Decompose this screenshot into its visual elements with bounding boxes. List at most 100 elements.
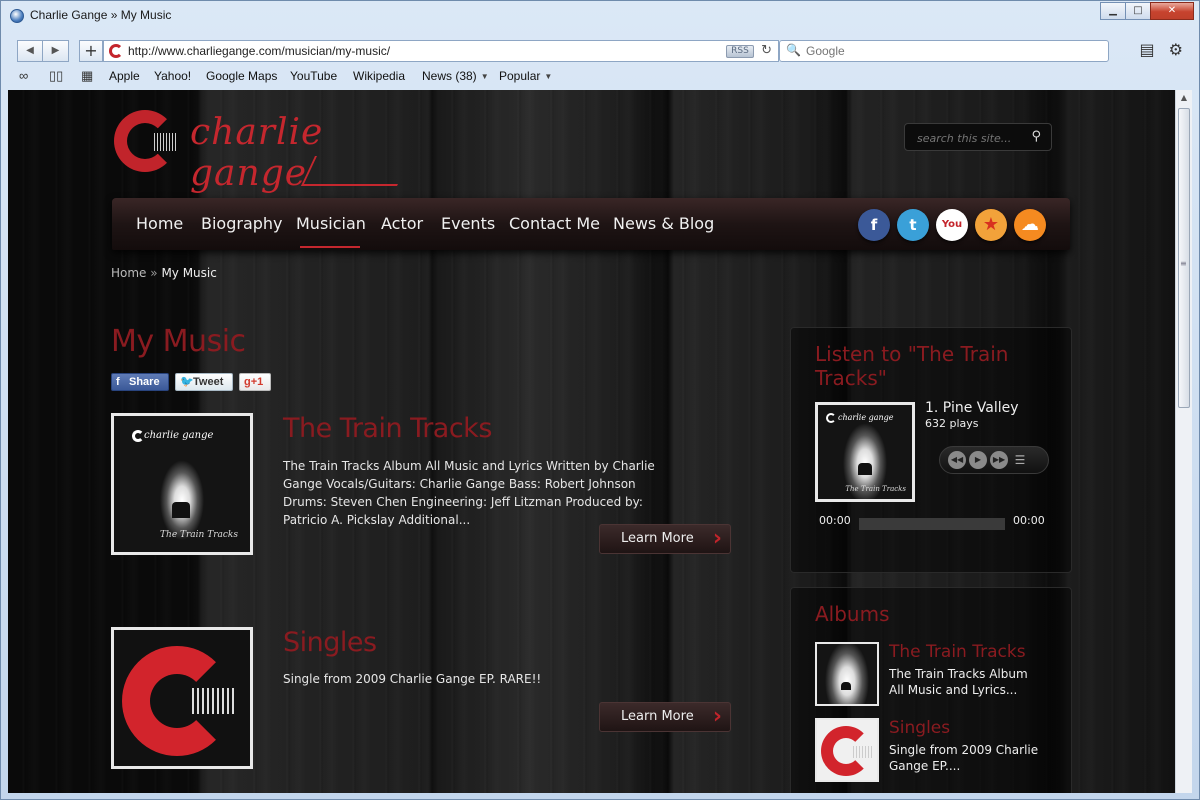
nav-actor[interactable]: Actor xyxy=(381,214,423,233)
music-entry: charlie gange The Train Tracks The Train… xyxy=(111,413,741,573)
browser-search-box[interactable]: 🔍 xyxy=(779,40,1109,62)
forward-button[interactable]: ▶ xyxy=(43,40,69,62)
page-menu-icon[interactable]: ▤ xyxy=(1140,40,1155,59)
play-icon[interactable]: ▶ xyxy=(969,451,987,469)
cover-logo-bars-icon xyxy=(192,688,236,714)
browser-toolbar: ◀ ▶ + http://www.charliegange.com/musici… xyxy=(9,35,1193,67)
bookmark-popular-folder[interactable]: Popular ▼ xyxy=(499,69,552,83)
next-icon[interactable]: ▶▶ xyxy=(990,451,1008,469)
time-total: 00:00 xyxy=(1013,514,1045,527)
time-elapsed: 00:00 xyxy=(819,514,851,527)
google-plus-button[interactable]: g+1 xyxy=(239,373,271,391)
nav-musician[interactable]: Musician xyxy=(296,214,366,233)
music-entry: Singles Single from 2009 Charlie Gange E… xyxy=(111,627,741,787)
stumbleupon-icon[interactable]: ★ xyxy=(975,209,1007,241)
maximize-button[interactable]: □ xyxy=(1125,2,1151,20)
close-button[interactable]: ✕ xyxy=(1150,2,1194,20)
site-logo[interactable]: charlie gange xyxy=(112,100,432,194)
reload-icon[interactable]: ↻ xyxy=(761,43,772,58)
album-list-item[interactable]: The Train Tracks The Train Tracks Album … xyxy=(815,642,1065,712)
reading-list-icon[interactable]: ∞ xyxy=(19,68,28,83)
nav-active-indicator xyxy=(300,246,360,248)
top-sites-grid-icon[interactable]: ▦ xyxy=(81,68,93,84)
album-name[interactable]: Singles xyxy=(889,718,950,738)
history-nav: ◀ ▶ xyxy=(17,40,69,62)
chevron-right-icon: › xyxy=(712,704,722,729)
bookmark-apple[interactable]: Apple xyxy=(109,69,140,83)
bookmark-news-folder[interactable]: News (38) ▼ xyxy=(422,69,489,83)
bookmark-youtube[interactable]: YouTube xyxy=(290,69,337,83)
nav-contact-me[interactable]: Contact Me xyxy=(509,214,600,233)
cover-figures xyxy=(172,502,190,518)
tweet-label: Tweet xyxy=(193,376,224,388)
search-icon[interactable]: ⚲ xyxy=(1031,129,1041,144)
cover-caption: The Train Tracks xyxy=(160,530,238,540)
web-page: charlie gange ⚲ Home Biography Musician … xyxy=(8,90,1175,793)
breadcrumb: Home » My Music xyxy=(111,266,217,280)
entry-title[interactable]: Singles xyxy=(283,627,377,658)
album-thumb-art xyxy=(817,720,877,780)
bookmark-wikipedia[interactable]: Wikipedia xyxy=(353,69,405,83)
learn-more-label: Learn More xyxy=(621,531,694,546)
album-cover-train-tracks[interactable]: charlie gange The Train Tracks xyxy=(111,413,253,555)
cover-logo-text: charlie gange xyxy=(144,430,214,441)
youtube-icon[interactable]: You xyxy=(936,209,968,241)
window-title: Charlie Gange » My Music xyxy=(30,8,172,22)
facebook-icon: f xyxy=(116,376,120,388)
album-name[interactable]: The Train Tracks xyxy=(889,642,1026,662)
address-bar[interactable]: http://www.charliegange.com/musician/my-… xyxy=(103,40,779,62)
breadcrumb-home[interactable]: Home xyxy=(111,266,146,280)
search-icon[interactable]: 🔍 xyxy=(786,43,801,57)
scrollbar-thumb[interactable]: ≡ xyxy=(1178,108,1190,408)
back-button[interactable]: ◀ xyxy=(17,40,43,62)
facebook-icon[interactable]: f xyxy=(858,209,890,241)
new-tab-button[interactable]: + xyxy=(79,40,103,62)
player-title: Listen to "The Train Tracks" xyxy=(815,342,1009,390)
site-search-box[interactable]: ⚲ xyxy=(904,123,1052,151)
browser-logo-icon xyxy=(10,9,24,23)
previous-icon[interactable]: ◀◀ xyxy=(948,451,966,469)
track-title: 1. Pine Valley xyxy=(925,400,1019,416)
facebook-share-button[interactable]: f Share xyxy=(111,373,169,391)
nav-events[interactable]: Events xyxy=(441,214,495,233)
vertical-scrollbar[interactable]: ▲ ≡ xyxy=(1175,90,1192,793)
nav-home[interactable]: Home xyxy=(136,214,183,233)
player-cover-art: charlie gange The Train Tracks xyxy=(818,405,912,499)
learn-more-button[interactable]: Learn More › xyxy=(599,702,731,732)
settings-icon[interactable]: ⚙ xyxy=(1169,40,1183,59)
learn-more-button[interactable]: Learn More › xyxy=(599,524,731,554)
cover-logo-text: charlie gange xyxy=(838,413,894,422)
browser-search-input[interactable] xyxy=(806,43,1096,59)
bookmark-yahoo[interactable]: Yahoo! xyxy=(154,69,191,83)
seek-bar[interactable] xyxy=(859,518,1005,530)
albums-title: Albums xyxy=(815,602,890,626)
soundcloud-icon[interactable]: ☁ xyxy=(1014,209,1046,241)
site-search-input[interactable] xyxy=(917,130,1027,146)
album-cover-singles[interactable] xyxy=(111,627,253,769)
nav-biography[interactable]: Biography xyxy=(201,214,283,233)
learn-more-label: Learn More xyxy=(621,709,694,724)
album-thumb[interactable] xyxy=(815,642,879,706)
album-description: Single from 2009 Charlie Gange EP.... xyxy=(889,743,1039,773)
playlist-icon[interactable]: ☰ xyxy=(1011,451,1029,469)
scroll-up-icon[interactable]: ▲ xyxy=(1176,90,1192,106)
entry-title[interactable]: The Train Tracks xyxy=(283,413,492,444)
album-thumb[interactable] xyxy=(815,718,879,782)
breadcrumb-current: My Music xyxy=(161,266,217,280)
player-cover: charlie gange The Train Tracks xyxy=(815,402,915,502)
chevron-right-icon: › xyxy=(712,526,722,551)
bookmarks-book-icon[interactable]: ▯▯ xyxy=(49,68,63,84)
album-description: The Train Tracks Album All Music and Lyr… xyxy=(889,667,1028,697)
bookmark-google-maps[interactable]: Google Maps xyxy=(206,69,277,83)
tweet-button[interactable]: 🐦Tweet xyxy=(175,373,233,391)
chevron-down-icon: ▼ xyxy=(480,72,489,81)
nav-news-blog[interactable]: News & Blog xyxy=(613,214,714,233)
rss-button[interactable]: RSS xyxy=(726,45,754,58)
main-navigation: Home Biography Musician Actor Events Con… xyxy=(112,198,1070,250)
url-text[interactable]: http://www.charliegange.com/musician/my-… xyxy=(128,44,390,58)
entry-excerpt: Single from 2009 Charlie Gange EP. RARE!… xyxy=(283,672,542,686)
minimize-button[interactable]: ▁ xyxy=(1100,2,1126,20)
album-list-item[interactable]: Singles Single from 2009 Charlie Gange E… xyxy=(815,718,1065,788)
twitter-icon[interactable]: t xyxy=(897,209,929,241)
facebook-share-label: Share xyxy=(129,376,160,388)
